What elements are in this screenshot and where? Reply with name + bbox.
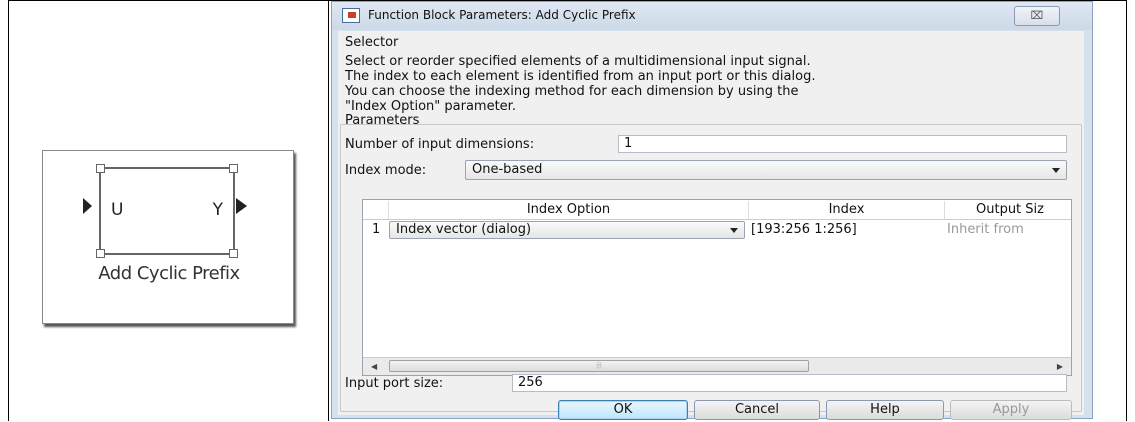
scrollbar-thumb[interactable]: ⦙⦙⦙ — [389, 360, 809, 372]
simulink-block[interactable]: U Y — [96, 164, 238, 258]
index-option-value: Index vector (dialog) — [396, 222, 532, 237]
column-header-index-option[interactable]: Index Option — [389, 201, 749, 219]
index-value-cell[interactable]: [193:256 1:256] — [751, 220, 857, 239]
block-description: Select or reorder specified elements of … — [345, 54, 816, 114]
output-size-cell[interactable]: Inherit from — [947, 220, 1024, 239]
input-port-label: U — [111, 200, 124, 220]
scroll-left-icon[interactable]: ◀ — [371, 362, 377, 371]
section-title: Selector — [345, 35, 399, 50]
ok-button[interactable]: OK — [558, 400, 688, 420]
index-mode-label: Index mode: — [345, 163, 427, 178]
resize-handle-bottom-left[interactable] — [96, 249, 105, 258]
row-number: 1 — [372, 222, 381, 237]
close-button[interactable]: ⌧ — [1014, 6, 1060, 26]
output-port-arrow-icon — [236, 198, 247, 214]
row-number-header — [363, 201, 389, 219]
dialog-title: Function Block Parameters: Add Cyclic Pr… — [368, 8, 636, 22]
index-mode-select[interactable]: One-based — [465, 160, 1067, 180]
dialog-client-area: Selector Select or reorder specified ele… — [338, 31, 1084, 415]
chevron-down-icon — [1052, 168, 1060, 173]
index-mode-value: One-based — [472, 162, 543, 177]
title-bar[interactable]: Function Block Parameters: Add Cyclic Pr… — [332, 2, 1092, 30]
column-header-index[interactable]: Index — [749, 201, 945, 219]
resize-handle-top-left[interactable] — [96, 164, 105, 173]
input-port-arrow-icon — [83, 198, 92, 214]
input-port-size-label: Input port size: — [345, 376, 444, 391]
num-dims-input[interactable]: 1 — [618, 135, 1067, 153]
index-option-select[interactable]: Index vector (dialog) — [389, 221, 745, 239]
column-header-output-size[interactable]: Output Siz — [945, 201, 1071, 219]
resize-handle-bottom-right[interactable] — [229, 249, 238, 258]
parameters-title: Parameters — [345, 113, 420, 128]
num-dims-label: Number of input dimensions: — [345, 137, 535, 152]
cancel-button[interactable]: Cancel — [694, 400, 820, 420]
simulink-block-card: U Y Add Cyclic Prefix — [42, 150, 294, 324]
resize-handle-top-right[interactable] — [229, 164, 238, 173]
table-divider — [328, 0, 329, 421]
horizontal-scrollbar[interactable]: ◀ ⦙⦙⦙ ▶ — [363, 357, 1071, 375]
block-name: Add Cyclic Prefix — [98, 263, 240, 284]
help-button[interactable]: Help — [826, 400, 944, 420]
simulink-app-icon — [342, 8, 360, 23]
scroll-right-icon[interactable]: ▶ — [1057, 362, 1063, 371]
function-block-parameters-dialog: Function Block Parameters: Add Cyclic Pr… — [331, 1, 1093, 420]
index-options-table: Index Option Index Output Siz 1 Index ve… — [362, 199, 1072, 376]
input-port-size-input[interactable]: 256 — [512, 374, 1067, 392]
apply-button[interactable]: Apply — [950, 400, 1072, 420]
chevron-down-icon — [730, 228, 738, 233]
output-port-label: Y — [212, 200, 223, 220]
